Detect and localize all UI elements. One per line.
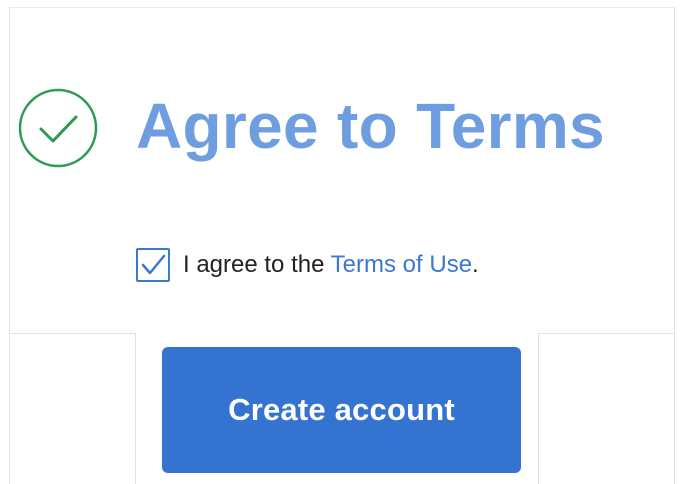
agree-checkbox[interactable] — [136, 248, 170, 282]
check-circle-icon — [18, 88, 98, 168]
terms-agreement-row: I agree to the Terms of Use. — [136, 247, 479, 283]
right-panel-divider — [538, 333, 675, 484]
checkmark-icon — [141, 254, 166, 275]
agree-label: I agree to the Terms of Use. — [183, 247, 479, 283]
agree-label-text: I agree to the — [183, 251, 331, 278]
create-account-button[interactable]: Create account — [162, 347, 521, 473]
agree-label-period: . — [472, 251, 479, 278]
terms-of-use-link[interactable]: Terms of Use — [331, 251, 472, 278]
left-panel-divider — [9, 333, 136, 484]
page-title: Agree to Terms — [136, 90, 605, 162]
